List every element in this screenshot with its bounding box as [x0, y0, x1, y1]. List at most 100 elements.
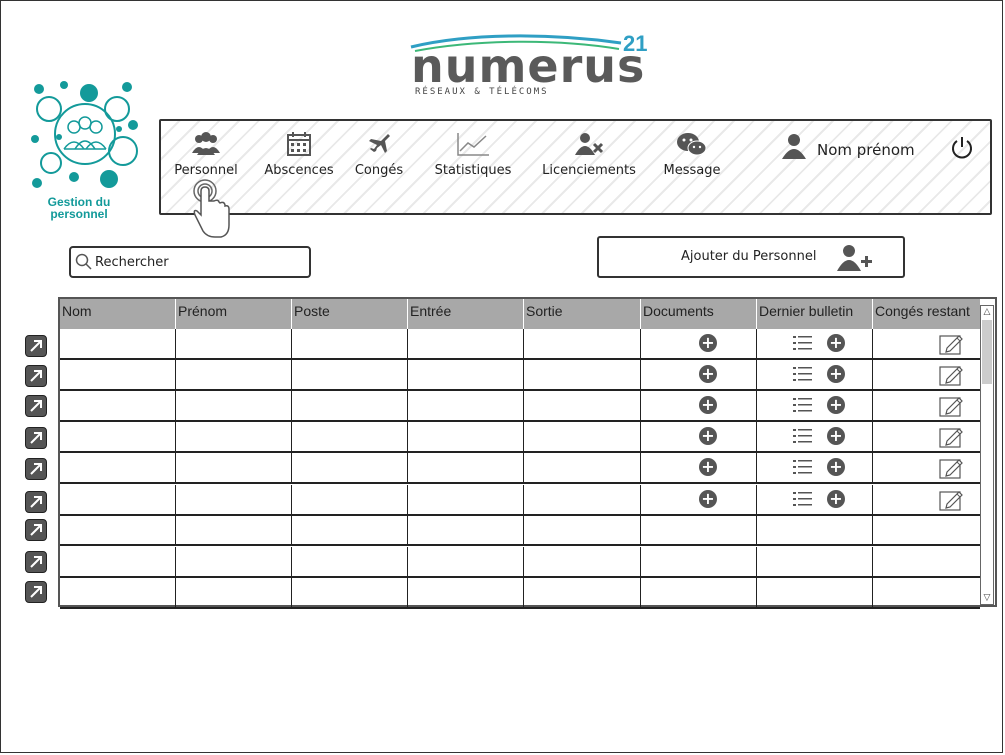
edit-icon[interactable] [939, 332, 965, 360]
table-cell-poste [292, 329, 408, 358]
table-cell-sortie [524, 360, 641, 389]
numerus-logo: numerus 21 RÉSEAUX & TÉLÉCOMS [409, 29, 649, 101]
nav-item-personnel[interactable]: Personnel [171, 131, 241, 178]
list-icon[interactable] [793, 459, 813, 479]
table-cell-dernier-bulletin [757, 515, 873, 544]
table-cell-poste [292, 391, 408, 420]
table-cell-sortie [524, 547, 641, 576]
table-cell-poste [292, 515, 408, 544]
table-cell-conges-restant [873, 422, 980, 451]
main-toolbar: Personnel Abscences Congés Statistiques … [159, 119, 992, 215]
table-cell-prenom [176, 360, 292, 389]
table-cell-entree [408, 422, 524, 451]
open-row-arrow-icon[interactable] [25, 427, 47, 449]
add-payslip-icon[interactable]: + [827, 334, 845, 352]
staff-management-logo: Gestion du personnel [29, 79, 141, 229]
nav-item-message[interactable]: Message [657, 131, 727, 178]
users-icon [171, 131, 241, 159]
add-payslip-icon[interactable]: + [827, 458, 845, 476]
table-row[interactable] [60, 547, 980, 578]
edit-icon[interactable] [939, 363, 965, 391]
add-staff-button[interactable]: Ajouter du Personnel [597, 236, 905, 278]
table-cell-entree [408, 578, 524, 607]
add-payslip-icon[interactable]: + [827, 490, 845, 508]
table-cell-documents: + [641, 453, 757, 482]
add-document-icon[interactable]: + [699, 458, 717, 476]
search-box [69, 246, 311, 278]
list-icon[interactable] [793, 335, 813, 355]
table-cell-poste [292, 422, 408, 451]
table-cell-prenom [176, 515, 292, 544]
scroll-up-icon[interactable]: △ [982, 306, 992, 318]
open-row-arrow-icon[interactable] [25, 519, 47, 541]
add-payslip-icon[interactable]: + [827, 396, 845, 414]
column-header-dernier-bulletin[interactable]: Dernier bulletin [757, 299, 873, 329]
scroll-thumb[interactable] [982, 320, 992, 384]
table-cell-sortie [524, 578, 641, 607]
table-row[interactable] [60, 515, 980, 546]
table-row[interactable] [60, 578, 980, 609]
add-document-icon[interactable]: + [699, 365, 717, 383]
open-row-arrow-icon[interactable] [25, 581, 47, 603]
column-header-sortie[interactable]: Sortie [524, 299, 641, 329]
add-payslip-icon[interactable]: + [827, 427, 845, 445]
column-header-prenom[interactable]: Prénom [176, 299, 292, 329]
table-cell-prenom [176, 485, 292, 514]
table-row[interactable]: + + [60, 485, 980, 516]
add-payslip-icon[interactable]: + [827, 365, 845, 383]
open-row-arrow-icon[interactable] [25, 551, 47, 573]
column-header-conges-restant[interactable]: Congés restant [873, 299, 980, 329]
table-cell-prenom [176, 578, 292, 607]
table-cell-entree [408, 515, 524, 544]
list-icon[interactable] [793, 428, 813, 448]
nav-item-conges[interactable]: Congés [354, 131, 404, 178]
column-header-entree[interactable]: Entrée [408, 299, 524, 329]
edit-icon[interactable] [939, 394, 965, 422]
nav-item-abscences[interactable]: Abscences [259, 131, 339, 178]
column-header-documents[interactable]: Documents [641, 299, 757, 329]
list-icon[interactable] [793, 491, 813, 511]
table-cell-documents [641, 578, 757, 607]
add-document-icon[interactable]: + [699, 396, 717, 414]
table-row[interactable]: + + [60, 391, 980, 422]
table-row[interactable]: + + [60, 329, 980, 360]
table-row[interactable]: + + [60, 453, 980, 484]
table-cell-prenom [176, 329, 292, 358]
table-cell-conges-restant [873, 515, 980, 544]
table-cell-poste [292, 578, 408, 607]
column-header-nom[interactable]: Nom [60, 299, 176, 329]
table-row[interactable]: + + [60, 360, 980, 391]
table-cell-documents: + [641, 360, 757, 389]
table-cell-nom [60, 453, 176, 482]
edit-icon[interactable] [939, 425, 965, 453]
table-cell-nom [60, 329, 176, 358]
table-header: Nom Prénom Poste Entrée Sortie Documents… [60, 299, 980, 329]
power-icon[interactable] [950, 135, 974, 163]
user-remove-icon [537, 131, 641, 159]
open-row-arrow-icon[interactable] [25, 335, 47, 357]
open-row-arrow-icon[interactable] [25, 395, 47, 417]
add-user-icon [837, 243, 873, 275]
table-row[interactable]: + + [60, 422, 980, 453]
user-menu[interactable]: Nom prénom [781, 133, 915, 163]
nav-item-licenciements[interactable]: Licenciements [537, 131, 641, 178]
scroll-down-icon[interactable]: ▽ [982, 592, 992, 604]
add-document-icon[interactable]: + [699, 334, 717, 352]
table-cell-nom [60, 360, 176, 389]
table-cell-entree [408, 391, 524, 420]
open-row-arrow-icon[interactable] [25, 491, 47, 513]
table-scrollbar[interactable]: △ ▽ [980, 305, 994, 605]
list-icon[interactable] [793, 397, 813, 417]
column-header-poste[interactable]: Poste [292, 299, 408, 329]
search-input[interactable] [95, 252, 305, 272]
add-document-icon[interactable]: + [699, 427, 717, 445]
table-cell-documents: + [641, 329, 757, 358]
table-cell-sortie [524, 485, 641, 514]
add-document-icon[interactable]: + [699, 490, 717, 508]
list-icon[interactable] [793, 366, 813, 386]
open-row-arrow-icon[interactable] [25, 365, 47, 387]
nav-item-statistiques[interactable]: Statistiques [425, 131, 521, 178]
edit-icon[interactable] [939, 456, 965, 484]
edit-icon[interactable] [939, 488, 965, 516]
open-row-arrow-icon[interactable] [25, 458, 47, 480]
